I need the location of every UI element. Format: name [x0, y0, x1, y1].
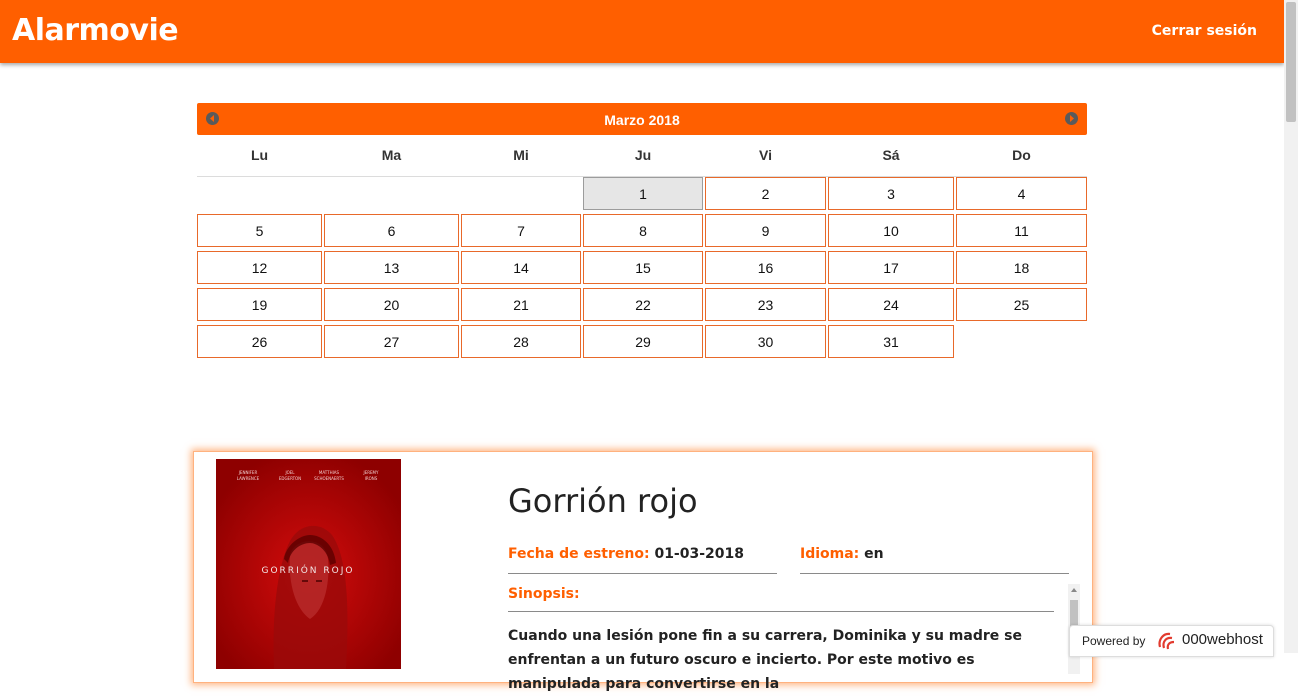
calendar-day[interactable]: 16 [705, 251, 826, 284]
poster-title-text: GORRIÓN ROJO [262, 564, 355, 576]
movie-poster[interactable]: JENNIFER LAWRENCE JOEL EDGERTON MATTHIAS SCHO… [216, 459, 401, 669]
logout-link[interactable]: Cerrar sesión [1152, 23, 1257, 39]
calendar-day[interactable]: 5 [197, 214, 322, 247]
calendar-day[interactable]: 31 [828, 325, 954, 358]
weekday-label: Do [1012, 147, 1031, 163]
webhost-logo-icon [1158, 632, 1175, 650]
weekday-label: Ma [381, 147, 402, 163]
calendar-day[interactable]: 25 [956, 288, 1087, 321]
calendar-day[interactable]: 19 [197, 288, 322, 321]
poster-credit-text: LAWRENCE [237, 476, 260, 481]
calendar-day[interactable]: 17 [828, 251, 954, 284]
calendar-day[interactable]: 15 [583, 251, 703, 284]
language-value: en [864, 546, 884, 562]
calendar-day[interactable]: 8 [583, 214, 703, 247]
calendar-day[interactable]: 23 [705, 288, 826, 321]
calendar-day[interactable]: 18 [956, 251, 1087, 284]
calendar-day[interactable]: 13 [324, 251, 459, 284]
weekday-label: Vi [759, 147, 772, 163]
calendar-day[interactable]: 22 [583, 288, 703, 321]
calendar-day[interactable]: 3 [828, 177, 954, 210]
language-label: Idioma: [800, 546, 860, 562]
calendar-day[interactable]: 10 [828, 214, 954, 247]
powered-by-badge[interactable]: Powered by 000webhost [1069, 625, 1274, 657]
calendar-header: Marzo 2018 [197, 103, 1087, 135]
page-scrollbar[interactable] [1284, 0, 1298, 653]
poster-image: JENNIFERLAWRENCE JOELEDGERTON MATTHIASSCHO… [216, 459, 401, 669]
synopsis-field: Sinopsis: [508, 586, 580, 602]
next-month-button[interactable] [1065, 112, 1078, 125]
weekday-label: Mi [513, 147, 529, 163]
synopsis-text: Cuando una lesión pone fin a su carrera,… [508, 628, 1022, 692]
release-date-divider [508, 573, 777, 574]
release-date-value: 01-03-2018 [654, 546, 745, 562]
calendar-day[interactable]: 4 [956, 177, 1087, 210]
calendar-day[interactable]: 21 [461, 288, 581, 321]
app-logo[interactable]: Alarmovie [12, 13, 179, 48]
calendar-month-label: Marzo 2018 [604, 112, 680, 128]
calendar-day[interactable]: 11 [956, 214, 1087, 247]
calendar-day[interactable]: 2 [705, 177, 826, 210]
release-date-label: Fecha de estreno: [508, 546, 650, 562]
language-field: Idioma: en [800, 546, 884, 562]
calendar-day[interactable]: 14 [461, 251, 581, 284]
weekday-label: Ju [634, 147, 652, 163]
synopsis-label: Sinopsis: [508, 586, 580, 602]
poster-credit-text: JEREMY [363, 470, 379, 475]
poster-credit-text: IRONS [365, 476, 378, 481]
movie-card: JENNIFER LAWRENCE JOEL EDGERTON MATTHIAS SCHO… [193, 451, 1093, 692]
calendar-day[interactable]: 7 [461, 214, 581, 247]
calendar-day[interactable]: 26 [197, 325, 322, 358]
powered-by-text: Powered by [1082, 634, 1146, 648]
weekday-label: Lu [250, 147, 269, 163]
calendar-day[interactable]: 12 [197, 251, 322, 284]
page-scroll-thumb[interactable] [1286, 2, 1296, 122]
calendar-day[interactable]: 27 [324, 325, 459, 358]
poster-credit-text: JOEL [284, 470, 295, 475]
calendar-day[interactable]: 30 [705, 325, 826, 358]
calendar-day[interactable]: 6 [324, 214, 459, 247]
weekday-header-row: Lu Ma Mi Ju Vi Sá Do [197, 136, 1087, 177]
calendar-day[interactable]: 20 [324, 288, 459, 321]
poster-credit-text: EDGERTON [279, 476, 301, 481]
webhost-name: 000webhost [1182, 631, 1263, 648]
calendar-day[interactable]: 28 [461, 325, 581, 358]
weekday-label: Sá [882, 147, 900, 163]
chevron-right-icon [1070, 115, 1074, 122]
calendar-day[interactable]: 9 [705, 214, 826, 247]
calendar-day[interactable]: 24 [828, 288, 954, 321]
calendar-day[interactable]: 1 [583, 177, 703, 210]
poster-credit-text: MATTHIAS [319, 470, 340, 475]
scroll-up-icon[interactable] [1071, 588, 1077, 592]
calendar-day[interactable]: 29 [583, 325, 703, 358]
language-divider [800, 573, 1069, 574]
poster-credit-text: SCHOENAERTS [314, 476, 344, 481]
poster-credit-text: JENNIFER [238, 470, 258, 475]
movie-title: Gorrión rojo [508, 482, 698, 520]
synopsis-divider [508, 611, 1054, 612]
top-navbar: Alarmovie Cerrar sesión [0, 0, 1284, 63]
release-date-field: Fecha de estreno: 01-03-2018 [508, 546, 744, 562]
